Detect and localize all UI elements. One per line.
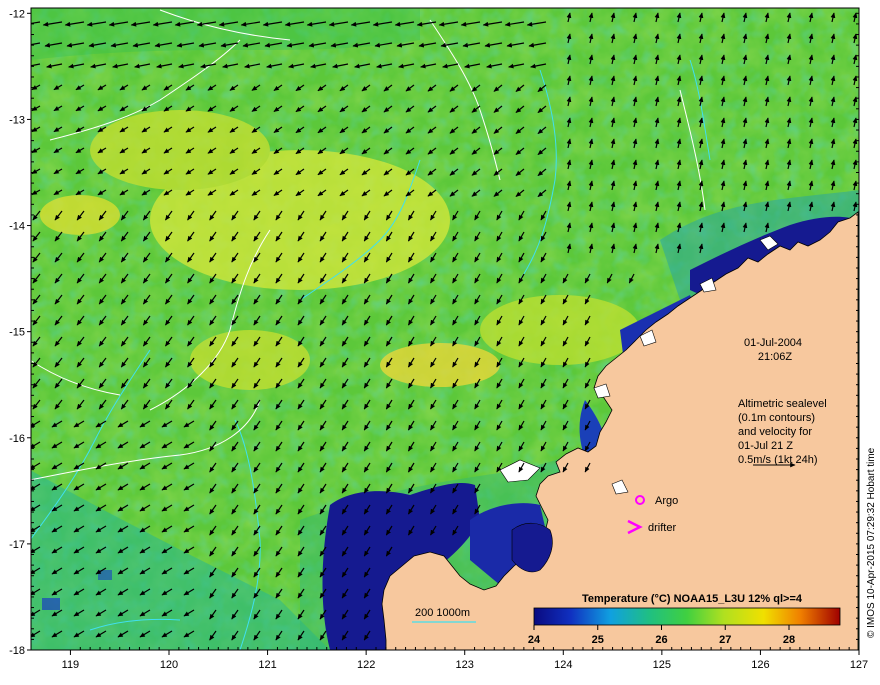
legend-line-4: 01-Jul 21 Z [738,440,793,452]
colorbar-ramp [533,607,841,626]
map-canvas: 119 120 121 122 123 124 125 126 127 -12 -13 -14 -15… [9,7,877,671]
lat-tick-label: -14 [9,221,25,233]
lon-tick-label: 125 [653,659,671,671]
date-label: 01-Jul-2004 [744,337,802,349]
lon-tick-label: 119 [62,659,80,671]
colorbar-tick-label: 28 [783,634,795,646]
colorbar-tick-label: 26 [655,634,667,646]
lat-tick-label: -13 [9,114,25,126]
legend-line-1: Altimetric sealevel [738,398,827,410]
lon-tick-label: 122 [357,659,375,671]
lon-tick-label: 126 [751,659,769,671]
lon-tick-label: 127 [850,659,868,671]
lat-tick-label: -17 [9,539,25,551]
legend-line-5: 0.5m/s (1kt 24h) [738,454,817,466]
lat-tick-label: -18 [9,645,25,657]
colorbar-tick-label: 27 [719,634,731,646]
time-label: 21:06Z [758,351,793,363]
depth-legend-label: 200 1000m [415,607,470,619]
longitude-axis: 119 120 121 122 123 124 125 126 127 [62,647,868,671]
lat-tick-label: -12 [9,8,25,20]
credit-text: © IMOS 10-Apr-2015 07:29:32 Hobart time [866,447,877,638]
plot-area [31,8,859,650]
sst-map: 119 120 121 122 123 124 125 126 127 -12 -13 -14 -15… [0,0,880,680]
drifter-label: drifter [648,522,676,534]
colorbar-tick-label: 24 [528,634,541,646]
legend-line-3: and velocity for [738,426,812,438]
argo-label: Argo [655,495,678,507]
legend-line-2: (0.1m contours) [738,412,815,424]
colorbar-tick-label: 25 [592,634,604,646]
lon-tick-label: 121 [258,659,276,671]
lon-tick-label: 124 [554,659,572,671]
lon-tick-label: 120 [160,659,178,671]
lon-tick-label: 123 [456,659,474,671]
colorbar-title: Temperature (°C) NOAA15_L3U 12% ql>=4 [582,593,803,605]
lat-tick-label: -15 [9,327,25,339]
lat-tick-label: -16 [9,433,25,445]
